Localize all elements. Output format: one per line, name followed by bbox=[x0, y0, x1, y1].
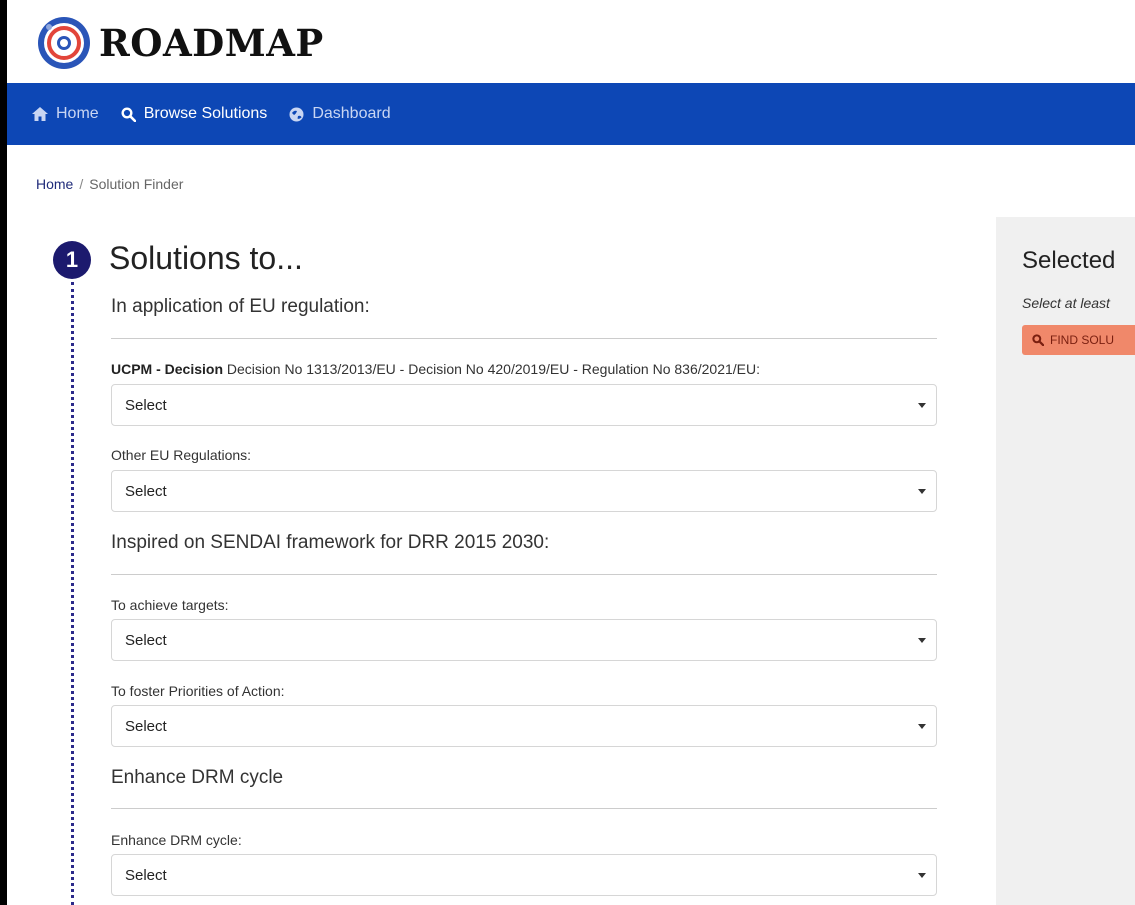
caret-down-icon bbox=[918, 724, 926, 729]
select-value: Select bbox=[125, 866, 167, 884]
ucpm-decision-select[interactable]: Select bbox=[111, 384, 937, 426]
breadcrumb: Home / Solution Finder bbox=[36, 176, 183, 192]
ucpm-decision-label: UCPM - Decision Decision No 1313/2013/EU… bbox=[111, 361, 760, 377]
find-solutions-button[interactable]: FIND SOLU bbox=[1022, 325, 1135, 355]
browser-viewport: ROADMAP Home Browse Solutions Dashboard bbox=[7, 0, 1135, 905]
nav-browse-label: Browse Solutions bbox=[143, 105, 268, 122]
achieve-targets-select[interactable]: Select bbox=[111, 619, 937, 661]
other-eu-regulations-label: Other EU Regulations: bbox=[111, 447, 252, 463]
selected-panel-title: Selected bbox=[1022, 247, 1116, 274]
dashboard-icon bbox=[289, 107, 304, 121]
divider bbox=[111, 338, 937, 339]
priorities-of-action-label: To foster Priorities of Action: bbox=[111, 683, 285, 699]
select-value: Select bbox=[125, 717, 167, 735]
logo-text: ROADMAP bbox=[99, 21, 324, 65]
find-solutions-label: FIND SOLU bbox=[1050, 333, 1115, 347]
caret-down-icon bbox=[918, 403, 926, 408]
drm-cycle-label: Enhance DRM cycle: bbox=[111, 832, 242, 848]
section-title-sendai: Inspired on SENDAI framework for DRR 201… bbox=[111, 532, 550, 553]
nav-home-label: Home bbox=[56, 105, 99, 122]
ucpm-label-text: Decision No 1313/2013/EU - Decision No 4… bbox=[223, 361, 760, 377]
drm-cycle-select[interactable]: Select bbox=[111, 854, 937, 896]
nav-dashboard-label: Dashboard bbox=[312, 105, 391, 122]
search-icon bbox=[1032, 334, 1044, 346]
breadcrumb-separator: / bbox=[79, 176, 84, 192]
caret-down-icon bbox=[918, 638, 926, 643]
roadmap-logo-icon bbox=[38, 17, 90, 69]
select-value: Select bbox=[125, 482, 167, 500]
logo[interactable]: ROADMAP bbox=[35, 14, 324, 72]
step-dotted-line bbox=[71, 282, 74, 905]
select-value: Select bbox=[125, 631, 167, 649]
step-number-badge: 1 bbox=[53, 241, 91, 279]
site-header: ROADMAP bbox=[7, 0, 1135, 83]
search-icon bbox=[121, 106, 136, 122]
nav-home[interactable]: Home bbox=[32, 105, 99, 123]
selected-filters-panel: Selected Select at least FIND SOLU bbox=[996, 217, 1135, 905]
divider bbox=[111, 574, 937, 575]
priorities-of-action-select[interactable]: Select bbox=[111, 705, 937, 747]
nav-browse-solutions[interactable]: Browse Solutions bbox=[121, 105, 268, 123]
ucpm-label-bold: UCPM - Decision bbox=[111, 361, 224, 377]
caret-down-icon bbox=[918, 873, 926, 878]
breadcrumb-current: Solution Finder bbox=[89, 176, 184, 192]
nav-dashboard[interactable]: Dashboard bbox=[289, 105, 391, 123]
home-icon bbox=[32, 107, 48, 121]
section-title-eu-regulation: In application of EU regulation: bbox=[111, 296, 370, 317]
divider bbox=[111, 808, 937, 809]
other-eu-regulations-select[interactable]: Select bbox=[111, 470, 937, 512]
breadcrumb-home-link[interactable]: Home bbox=[36, 176, 73, 192]
step-title: Solutions to... bbox=[109, 240, 303, 276]
selected-panel-hint: Select at least bbox=[1022, 295, 1110, 311]
main-navbar: Home Browse Solutions Dashboard bbox=[7, 83, 1135, 145]
caret-down-icon bbox=[918, 489, 926, 494]
achieve-targets-label: To achieve targets: bbox=[111, 597, 229, 613]
select-value: Select bbox=[125, 396, 167, 414]
section-title-drm-cycle: Enhance DRM cycle bbox=[111, 767, 284, 788]
